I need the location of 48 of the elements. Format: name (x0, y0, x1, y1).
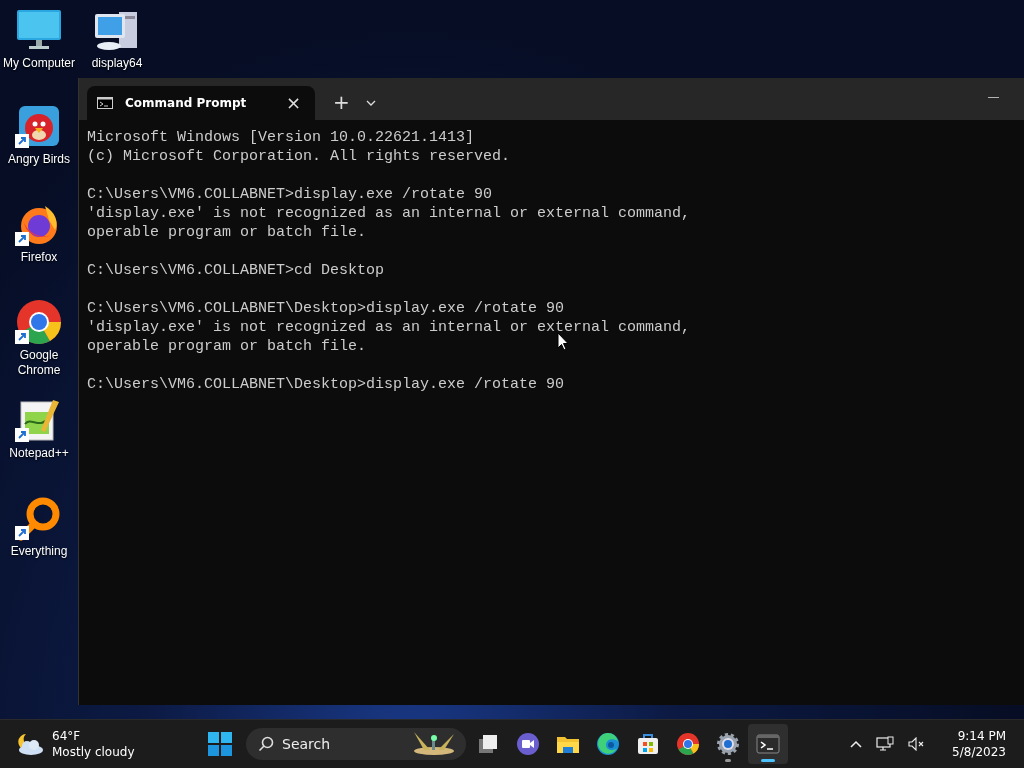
dropdown-caret-icon[interactable] (365, 100, 376, 106)
terminal-line: 'display.exe' is not recognized as an internal or external command, (87, 318, 691, 337)
new-tab-button[interactable]: + (329, 90, 354, 114)
shortcut-arrow-icon (15, 232, 29, 246)
chrome-icon (15, 298, 63, 346)
terminal-line: (c) Microsoft Corporation. All rights reserved. (87, 147, 511, 166)
cloudy-moon-icon (16, 732, 44, 756)
terminal-line: operable program or batch file. (87, 337, 367, 356)
terminal-line: C:\Users\VM6.COLLABNET>display.exe /rotate 90 (87, 185, 493, 204)
shortcut-arrow-icon (15, 330, 29, 344)
desktop-shortcut[interactable]: Angry Birds (0, 102, 78, 167)
terminal-line: C:\Users\VM6.COLLABNET\Desktop>display.exe /rotate 90 (87, 375, 565, 394)
desktop-shortcut[interactable]: display64 (78, 6, 156, 71)
chrome-icon (676, 732, 700, 756)
desktop-shortcut[interactable]: My Computer (0, 6, 78, 71)
terminal-line: C:\Users\VM6.COLLABNET\Desktop>display.exe /rotate 90 (87, 299, 565, 318)
network-icon[interactable] (876, 736, 895, 752)
terminal-line: operable program or batch file. (87, 223, 367, 242)
terminal-icon (756, 732, 780, 756)
minimize-button[interactable]: — (984, 88, 1003, 104)
task-view-icon (476, 732, 500, 756)
temperature: 64°F (52, 728, 82, 744)
desktop-shortcut[interactable]: Firefox (0, 200, 78, 265)
video-chat-icon (516, 732, 540, 756)
terminal-line: 'display.exe' is not recognized as an internal or external command, (87, 204, 691, 223)
console-icon (97, 97, 113, 109)
terminal-line: C:\Users\VM6.COLLABNET>cd Desktop (87, 261, 385, 280)
desktop-shortcut[interactable]: Everything (0, 494, 78, 559)
shortcut-arrow-icon (15, 526, 29, 540)
terminal-line: Microsoft Windows [Version 10.0.22621.1413] (87, 128, 475, 147)
shopping-bag-icon (636, 732, 660, 756)
search-icon (258, 736, 274, 752)
clock-button[interactable]: 9:14 PM 5/8/2023 (952, 728, 1006, 760)
weather-condition: Mostly cloudy (52, 744, 135, 760)
search-field[interactable]: Search (246, 728, 466, 760)
gear-icon (716, 732, 740, 756)
shortcut-arrow-icon (15, 428, 29, 442)
desktop-shortcut[interactable]: Notepad++ (0, 396, 78, 461)
desktop-shortcut[interactable]: Google Chrome (0, 298, 78, 378)
tab-title: Command Prompt (125, 96, 248, 110)
mouse-pointer-icon (557, 332, 569, 351)
taskbar-app-button[interactable] (748, 724, 788, 764)
weather-widget[interactable]: 64°F Mostly cloudy (16, 728, 196, 760)
terminal-tab[interactable]: Command Prompt × (87, 86, 315, 120)
shortcut-arrow-icon (15, 134, 29, 148)
chevron-up-icon[interactable] (850, 740, 863, 748)
windows-start-icon[interactable] (208, 732, 232, 756)
close-button[interactable]: × (281, 93, 305, 113)
